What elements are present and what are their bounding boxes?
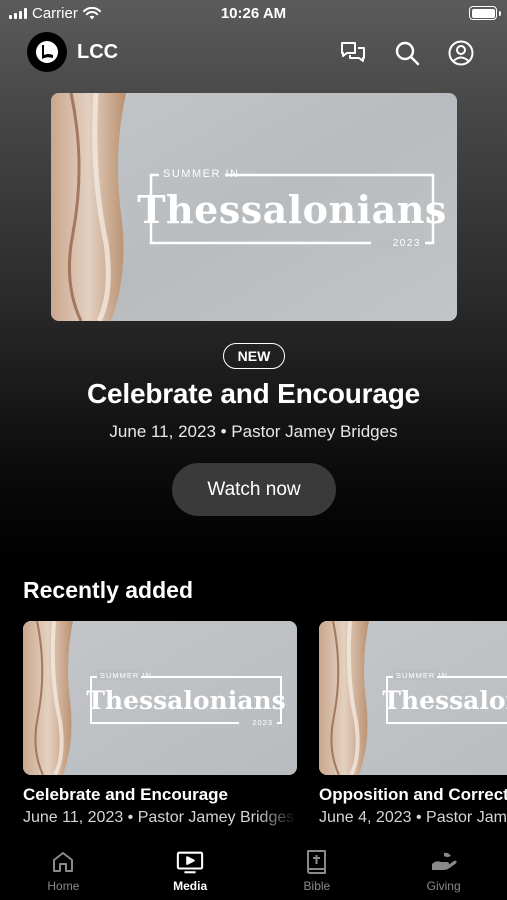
header-actions	[339, 39, 475, 67]
media-card[interactable]: SUMMER IN Thessalonians 2023 Celebrate a…	[23, 621, 297, 827]
recently-added-carousel[interactable]: SUMMER IN Thessalonians 2023 Celebrate a…	[23, 621, 507, 836]
tab-media[interactable]: Media	[127, 840, 254, 900]
hero-title: Celebrate and Encourage	[86, 378, 421, 409]
giving-hand-icon	[430, 848, 458, 876]
card-art-title: Thessalonians	[86, 686, 285, 715]
recently-added-title: Recently added	[23, 577, 193, 603]
media-tv-icon	[176, 848, 204, 876]
card-art-title: Thessalonians	[382, 686, 507, 715]
tab-giving-label: Giving	[426, 879, 461, 893]
card-art-small-text: SUMMER IN	[100, 671, 152, 680]
tab-bible-label: Bible	[303, 879, 331, 893]
search-icon[interactable]	[393, 39, 421, 67]
hero-art-year: 2023	[393, 238, 421, 249]
tab-home[interactable]: Home	[0, 840, 127, 900]
hero-sermon-artwork[interactable]: SUMMER IN Thessalonians 2023	[51, 93, 457, 321]
app-header: LCC	[0, 32, 507, 76]
bible-icon	[303, 848, 331, 876]
church-logo-icon	[27, 32, 67, 72]
status-bar: Carrier 10:26 AM	[0, 0, 507, 28]
card-meta-fade	[257, 795, 297, 836]
media-card[interactable]: SUMMER IN Thessalonians 2023 Opposition …	[319, 621, 507, 827]
media-card-meta: June 4, 2023 • Pastor Jamey Bridges	[319, 809, 507, 826]
watch-now-button[interactable]: Watch now	[172, 463, 336, 516]
hero-meta: June 11, 2023 • Pastor Jamey Bridges	[109, 422, 398, 441]
church-logo-link[interactable]: LCC	[27, 32, 118, 72]
hero-art-title: Thessalonians	[137, 187, 446, 232]
card-art-small-text: SUMMER IN	[396, 671, 448, 680]
media-card-title: Celebrate and Encourage	[23, 785, 229, 804]
tab-bible[interactable]: Bible	[254, 840, 381, 900]
media-card-title: Opposition and Correction	[319, 785, 507, 804]
bottom-tab-bar: Home Media Bible Giving	[0, 840, 507, 900]
hero-art-small-text: SUMMER IN	[163, 168, 239, 180]
app-name: LCC	[77, 40, 119, 63]
media-card-meta: June 11, 2023 • Pastor Jamey Bridges	[23, 809, 295, 826]
card-art-year: 2023	[252, 718, 273, 727]
tab-home-label: Home	[47, 879, 80, 893]
battery-icon	[469, 6, 501, 20]
media-card-artwork: SUMMER IN Thessalonians 2023	[23, 621, 297, 775]
home-icon	[49, 848, 77, 876]
profile-icon[interactable]	[447, 39, 475, 67]
tab-giving[interactable]: Giving	[380, 840, 507, 900]
media-card-artwork: SUMMER IN Thessalonians 2023	[319, 621, 507, 775]
chat-icon[interactable]	[339, 39, 367, 67]
tab-media-label: Media	[173, 879, 208, 893]
status-time: 10:26 AM	[220, 5, 287, 22]
new-badge: NEW	[223, 343, 285, 369]
